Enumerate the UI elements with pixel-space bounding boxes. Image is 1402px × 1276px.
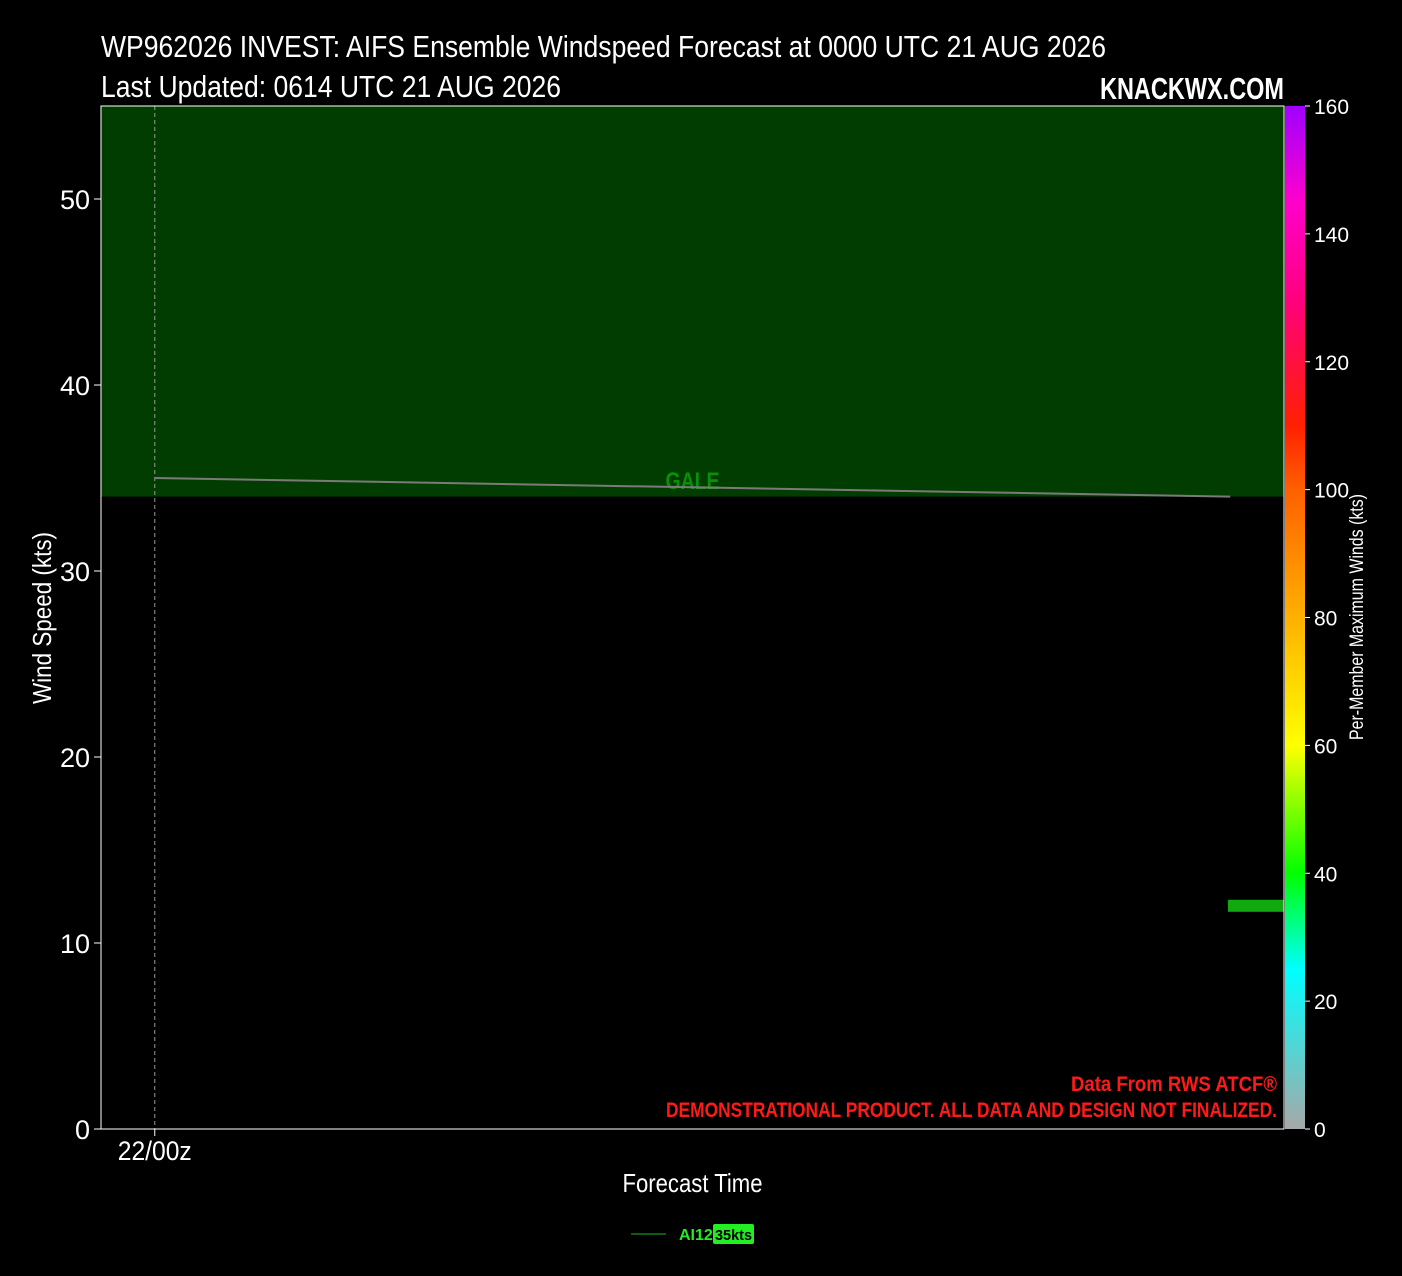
colorbar-tick-label: 140: [1314, 224, 1349, 247]
gale-band-label: GALE: [666, 468, 720, 495]
windspeed-chart: WP962026 INVEST: AIFS Ensemble Windspeed…: [27, 29, 1368, 1244]
x-axis-ticks: 22/00z: [118, 1129, 192, 1166]
colorbar: 0 20 40 60 80 100 120 140 160: [1285, 96, 1349, 1142]
y-tick-label: 10: [60, 929, 90, 959]
colorbar-tick-label: 20: [1314, 991, 1337, 1014]
x-tick-label: 22/00z: [118, 1136, 192, 1166]
colorbar-tick-label: 100: [1314, 480, 1349, 503]
brand-label: KNACKWX.COM: [1100, 71, 1284, 106]
colorbar-tick-label: 80: [1314, 608, 1337, 631]
chart-subtitle: Last Updated: 0614 UTC 21 AUG 2026: [101, 69, 561, 104]
plot-area: GALE 0 10 20 30 40 50 22/00z: [60, 105, 1285, 1166]
colorbar-scale: [1285, 106, 1305, 1129]
y-tick-label: 30: [60, 557, 90, 587]
colorbar-ticks: 0 20 40 60 80 100 120 140 160: [1305, 96, 1349, 1142]
legend-series-value: 35kts: [715, 1227, 752, 1244]
gale-band: [101, 106, 1284, 497]
disclaimer-note: DEMONSTRATIONAL PRODUCT. ALL DATA AND DE…: [666, 1099, 1277, 1122]
x-axis-label: Forecast Time: [623, 1168, 763, 1198]
legend: AI12: 35kts: [631, 1224, 754, 1244]
colorbar-tick-label: 160: [1314, 96, 1349, 119]
chart-title: WP962026 INVEST: AIFS Ensemble Windspeed…: [101, 29, 1106, 64]
member-max-wind-bar: [1228, 899, 1284, 912]
y-tick-label: 50: [60, 185, 90, 215]
colorbar-tick-label: 60: [1314, 735, 1337, 758]
y-tick-label: 40: [60, 371, 90, 401]
data-source-note: Data From RWS ATCF®: [1071, 1073, 1277, 1096]
colorbar-label: Per-Member Maximum Winds (kts): [1347, 494, 1368, 740]
legend-series-name: AI12:: [679, 1227, 718, 1244]
y-axis-ticks: 0 10 20 30 40 50: [60, 185, 101, 1145]
colorbar-tick-label: 0: [1314, 1119, 1326, 1142]
colorbar-tick-label: 120: [1314, 352, 1349, 375]
colorbar-tick-label: 40: [1314, 863, 1337, 886]
y-axis-label: Wind Speed (kts): [27, 532, 57, 704]
y-tick-label: 20: [60, 743, 90, 773]
y-tick-label: 0: [75, 1115, 90, 1145]
